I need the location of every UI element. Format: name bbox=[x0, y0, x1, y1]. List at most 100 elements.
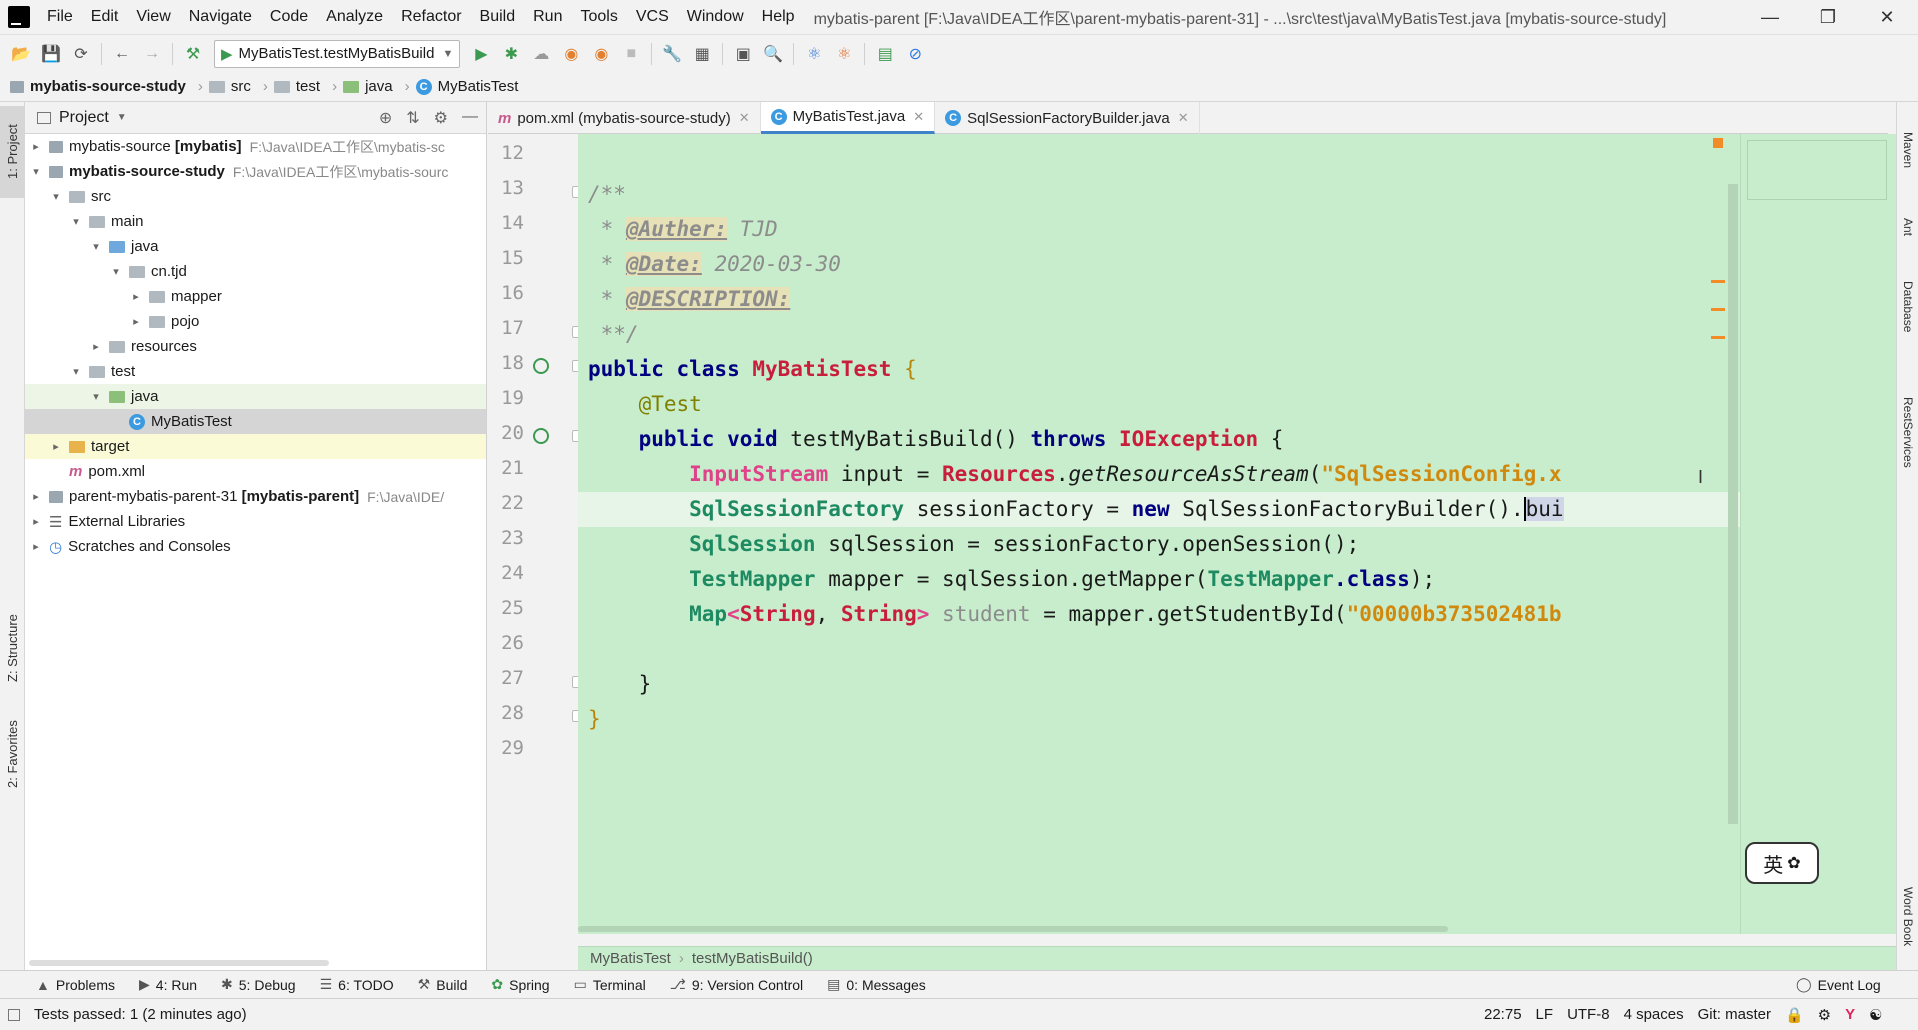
chevron-right-icon[interactable]: ▸ bbox=[129, 290, 143, 303]
concurrency-icon[interactable]: ◉ bbox=[586, 39, 616, 69]
restore-icon[interactable]: ❐ bbox=[1799, 0, 1857, 34]
collapse-all-icon[interactable]: ⇅ bbox=[406, 108, 419, 128]
tree-row-mybatis-source-study[interactable]: ▾ mybatis-source-study F:\Java\IDEA工作区\m… bbox=[25, 159, 486, 184]
breadcrumb-test[interactable]: test bbox=[273, 78, 320, 95]
menu-file[interactable]: File bbox=[38, 0, 82, 34]
breadcrumb-module[interactable]: mybatis-source-study bbox=[10, 78, 186, 95]
notifications-icon[interactable]: ☯ bbox=[1869, 1006, 1882, 1024]
chevron-right-icon[interactable]: ▸ bbox=[129, 315, 143, 328]
close-icon[interactable]: ✕ bbox=[1858, 0, 1916, 34]
tree-row-pojo[interactable]: ▸ pojo bbox=[25, 309, 486, 334]
tree-row-mapper[interactable]: ▸ mapper bbox=[25, 284, 486, 309]
minimap-viewport[interactable] bbox=[1747, 140, 1887, 200]
menu-analyze[interactable]: Analyze bbox=[317, 0, 392, 34]
tree-row-test[interactable]: ▾ test bbox=[25, 359, 486, 384]
run-tool-tab[interactable]: ▶ 4: Run bbox=[139, 976, 197, 993]
tree-row-scratches[interactable]: ▸ ◷ Scratches and Consoles bbox=[25, 534, 486, 559]
project-structure-icon[interactable]: ▦ bbox=[687, 39, 717, 69]
line-separator[interactable]: LF bbox=[1536, 1006, 1554, 1023]
terminal-tool-tab[interactable]: ▭ Terminal bbox=[574, 976, 646, 993]
status-message[interactable]: Tests passed: 1 (2 minutes ago) bbox=[34, 1006, 247, 1023]
chevron-right-icon[interactable]: ▸ bbox=[89, 340, 103, 353]
ant-tool-tab[interactable]: Ant bbox=[1897, 202, 1918, 252]
hide-panel-icon[interactable]: — bbox=[462, 108, 478, 128]
save-all-icon[interactable]: 💾 bbox=[36, 39, 66, 69]
chevron-down-icon[interactable]: ▼ bbox=[117, 112, 127, 123]
chevron-right-icon[interactable]: ▸ bbox=[49, 440, 63, 453]
inspector-icon[interactable]: ⚙ bbox=[1818, 1006, 1831, 1024]
tree-row-cn-tjd[interactable]: ▾ cn.tjd bbox=[25, 259, 486, 284]
chevron-right-icon[interactable]: ▸ bbox=[29, 515, 43, 528]
breadcrumb-class[interactable]: C MyBatisTest bbox=[415, 78, 518, 95]
code-editor[interactable]: /** * @Auther: TJD * @Date: 2020-03-30 *… bbox=[578, 134, 1740, 934]
project-view-select[interactable]: Project bbox=[59, 109, 109, 127]
editor-gutter[interactable]: 12 13 14 15 16 17 18 19 20 21 22 23 24 2… bbox=[488, 134, 582, 934]
chevron-right-icon[interactable]: ▸ bbox=[29, 140, 43, 153]
structure-tool-tab[interactable]: Z: Structure bbox=[0, 602, 25, 694]
tree-row-pom[interactable]: m pom.xml bbox=[25, 459, 486, 484]
breadcrumb-src[interactable]: src bbox=[208, 78, 251, 95]
run-test-class-icon[interactable] bbox=[533, 358, 549, 374]
lock-icon[interactable]: 🔒 bbox=[1785, 1006, 1804, 1024]
build-hammer-icon[interactable]: ⚒ bbox=[178, 39, 208, 69]
code-minimap[interactable] bbox=[1711, 134, 1896, 934]
menu-window[interactable]: Window bbox=[678, 0, 753, 34]
tree-row-main[interactable]: ▾ main bbox=[25, 209, 486, 234]
sync-icon[interactable]: ⟳ bbox=[66, 39, 96, 69]
error-stripe-mark[interactable] bbox=[1711, 308, 1725, 311]
chevron-down-icon[interactable]: ▾ bbox=[49, 190, 63, 203]
favorites-tool-tab[interactable]: 2: Favorites bbox=[0, 708, 25, 800]
debug-icon[interactable]: ✱ bbox=[496, 39, 526, 69]
forward-icon[interactable]: → bbox=[137, 39, 167, 69]
menu-build[interactable]: Build bbox=[471, 0, 525, 34]
tree-row-src[interactable]: ▾ src bbox=[25, 184, 486, 209]
run-test-method-icon[interactable] bbox=[533, 428, 549, 444]
menu-view[interactable]: View bbox=[127, 0, 179, 34]
menu-refactor[interactable]: Refactor bbox=[392, 0, 470, 34]
gear-icon[interactable]: ⚙ bbox=[434, 108, 448, 128]
presentation-icon[interactable]: ▣ bbox=[728, 39, 758, 69]
breadcrumb-class[interactable]: MyBatisTest bbox=[590, 950, 671, 967]
close-tab-icon[interactable]: ✕ bbox=[1178, 110, 1189, 126]
close-tab-icon[interactable]: ✕ bbox=[913, 109, 924, 125]
wordbook-tool-tab[interactable]: Word Book bbox=[1897, 872, 1918, 962]
minimize-icon[interactable]: — bbox=[1741, 0, 1799, 34]
tab-mybatistest[interactable]: C MyBatisTest.java ✕ bbox=[760, 102, 936, 134]
menu-help[interactable]: Help bbox=[753, 0, 804, 34]
spring-tool-tab[interactable]: ✿ Spring bbox=[491, 976, 549, 993]
status-toggle-icon[interactable] bbox=[8, 1008, 20, 1021]
tab-sqlsessionfactorybuilder[interactable]: C SqlSessionFactoryBuilder.java ✕ bbox=[935, 102, 1200, 134]
debug-tool-tab[interactable]: ✱ 5: Debug bbox=[221, 976, 296, 993]
indent-setting[interactable]: 4 spaces bbox=[1624, 1006, 1684, 1023]
translate-icon[interactable]: ⚛ bbox=[799, 39, 829, 69]
tree-row-resources[interactable]: ▸ resources bbox=[25, 334, 486, 359]
chevron-right-icon[interactable]: ▸ bbox=[29, 540, 43, 553]
menu-code[interactable]: Code bbox=[261, 0, 317, 34]
breadcrumb-java[interactable]: java bbox=[343, 78, 393, 95]
run-configuration-select[interactable]: ▶ MyBatisTest.testMyBatisBuild ▼ bbox=[214, 39, 461, 68]
statistic-chart-icon[interactable]: ▤ bbox=[870, 39, 900, 69]
build-tool-tab[interactable]: ⚒ Build bbox=[418, 976, 468, 993]
warning-marker-icon[interactable] bbox=[1713, 138, 1723, 148]
search-icon[interactable]: 🔍 bbox=[758, 39, 788, 69]
chevron-down-icon[interactable]: ▾ bbox=[109, 265, 123, 278]
caret-position[interactable]: 22:75 bbox=[1484, 1006, 1522, 1023]
editor-vertical-scrollbar[interactable] bbox=[1728, 184, 1738, 824]
menu-tools[interactable]: Tools bbox=[571, 0, 626, 34]
chevron-down-icon[interactable]: ▾ bbox=[69, 365, 83, 378]
ime-indicator[interactable]: 英 ✿ bbox=[1745, 842, 1819, 884]
settings-wrench-icon[interactable]: 🔧 bbox=[657, 39, 687, 69]
horizontal-scrollbar[interactable] bbox=[29, 960, 329, 966]
tree-row-target[interactable]: ▸ target bbox=[25, 434, 486, 459]
chevron-down-icon[interactable]: ▾ bbox=[89, 240, 103, 253]
locate-icon[interactable]: ⊕ bbox=[379, 108, 392, 128]
chevron-right-icon[interactable]: ▸ bbox=[29, 490, 43, 503]
menu-navigate[interactable]: Navigate bbox=[180, 0, 261, 34]
chevron-down-icon[interactable]: ▾ bbox=[29, 165, 43, 178]
open-folder-icon[interactable]: 📂 bbox=[6, 39, 36, 69]
restservices-tool-tab[interactable]: RestServices bbox=[1897, 372, 1918, 492]
breadcrumb-method[interactable]: testMyBatisBuild() bbox=[692, 950, 813, 967]
tree-row-test-java[interactable]: ▾ java bbox=[25, 384, 486, 409]
problems-tool-tab[interactable]: ▲ Problems bbox=[36, 977, 115, 993]
error-stripe-mark[interactable] bbox=[1711, 280, 1725, 283]
